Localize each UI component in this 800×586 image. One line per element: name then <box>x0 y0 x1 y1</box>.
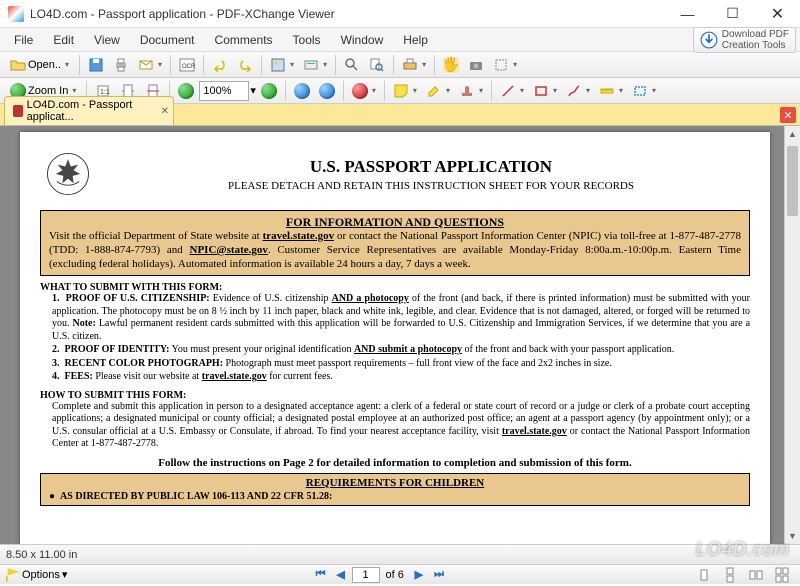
rotate-ccw-icon <box>294 83 310 99</box>
page-number-input[interactable] <box>352 567 380 583</box>
promo-line1: Download PDF <box>722 29 789 40</box>
ocr-button[interactable]: OCR <box>175 54 199 76</box>
rotate-ccw-button[interactable] <box>290 80 314 102</box>
svg-text:OCR: OCR <box>182 64 195 70</box>
pdf-icon <box>13 105 23 117</box>
rotate-cw-button[interactable] <box>315 80 339 102</box>
menu-tools[interactable]: Tools <box>283 33 331 47</box>
zoom-in-label: Zoom In <box>28 85 68 97</box>
document-tab[interactable]: LO4D.com - Passport applicat... ✕ <box>4 96 174 125</box>
note-tool-button[interactable]: ▾ <box>389 80 421 102</box>
scrollbar-thumb[interactable] <box>787 146 798 216</box>
select-button[interactable]: ▾ <box>489 54 521 76</box>
last-page-button[interactable]: ⏭ <box>430 567 448 583</box>
svg-text:1:1: 1:1 <box>100 89 110 96</box>
vertical-scrollbar[interactable]: ▲ ▼ <box>784 126 800 544</box>
ask-icon <box>352 83 368 99</box>
layout-facing-button[interactable] <box>744 564 768 586</box>
find-button[interactable] <box>340 54 364 76</box>
doc-subtitle: PLEASE DETACH AND RETAIN THIS INSTRUCTIO… <box>112 180 750 192</box>
zoom-in-small-button[interactable] <box>257 80 281 102</box>
tab-label: LO4D.com - Passport applicat... <box>27 99 151 123</box>
zoom-value-input[interactable] <box>199 81 249 101</box>
download-icon <box>700 31 718 49</box>
minimize-button[interactable]: — <box>665 0 710 28</box>
zoom-dropdown[interactable]: ▾ <box>250 84 256 97</box>
options-flag-icon <box>6 568 20 582</box>
hand-tool-button[interactable]: 🖐 <box>439 54 463 76</box>
next-page-button[interactable]: ▶ <box>410 567 428 583</box>
statusbar: 8.50 x 11.00 in <box>0 544 800 564</box>
options-button[interactable]: Options <box>22 569 60 581</box>
maximize-button[interactable]: ☐ <box>710 0 755 28</box>
close-all-button[interactable]: ✕ <box>780 107 796 123</box>
viewport: U.S. PASSPORT APPLICATION PLEASE DETACH … <box>0 126 800 544</box>
save-button[interactable] <box>84 54 108 76</box>
typewriter-button[interactable]: ▾ <box>398 54 430 76</box>
toolbar-main: Open.. ▾ ▾ OCR ▾ ▾ ▾ 🖐 ▾ <box>0 52 800 78</box>
layout-single-button[interactable] <box>692 564 716 586</box>
doc-title: U.S. PASSPORT APPLICATION <box>112 157 750 177</box>
pencil-tool-button[interactable]: ▾ <box>562 80 594 102</box>
menu-window[interactable]: Window <box>331 33 394 47</box>
menubar: File Edit View Document Comments Tools W… <box>0 28 800 52</box>
options-dropdown[interactable]: ▾ <box>62 568 68 581</box>
print-button[interactable] <box>109 54 133 76</box>
rect-tool-button[interactable]: ▾ <box>529 80 561 102</box>
close-button[interactable]: ✕ <box>755 0 800 28</box>
line-tool-button[interactable]: ▾ <box>496 80 528 102</box>
open-label: Open.. <box>28 59 61 71</box>
app-icon <box>8 6 24 22</box>
menu-file[interactable]: File <box>4 33 43 47</box>
redo-button[interactable] <box>233 54 257 76</box>
search-button[interactable] <box>365 54 389 76</box>
tabbar: LO4D.com - Passport applicat... ✕ ✕ <box>0 104 800 126</box>
what-header: WHAT TO SUBMIT WITH THIS FORM: <box>40 282 750 293</box>
link-tool-button[interactable]: ▾ <box>628 80 660 102</box>
layout-continuous-button[interactable] <box>718 564 742 586</box>
window-title: LO4D.com - Passport application - PDF-XC… <box>30 7 665 21</box>
navbar: Options ▾ ⏮ ◀ of 6 ▶ ⏭ <box>0 564 800 584</box>
follow-instructions: Follow the instructions on Page 2 for de… <box>40 457 750 469</box>
req-header: REQUIREMENTS FOR CHILDREN <box>49 477 741 489</box>
zoom-out-button[interactable] <box>174 80 198 102</box>
menu-edit[interactable]: Edit <box>43 33 84 47</box>
export-image-button[interactable]: ▾ <box>266 54 298 76</box>
undo-button[interactable] <box>208 54 232 76</box>
scan-button[interactable]: ▾ <box>299 54 331 76</box>
layout-facing-continuous-button[interactable] <box>770 564 794 586</box>
rotate-cw-icon <box>319 83 335 99</box>
titlebar: LO4D.com - Passport application - PDF-XC… <box>0 0 800 28</box>
page-count-label: of 6 <box>382 569 408 581</box>
menu-view[interactable]: View <box>84 33 130 47</box>
stamp-tool-button[interactable]: ▾ <box>455 80 487 102</box>
menu-help[interactable]: Help <box>393 33 438 47</box>
promo-button[interactable]: Download PDF Creation Tools <box>693 27 796 53</box>
info-header: FOR INFORMATION AND QUESTIONS <box>49 215 741 230</box>
scroll-up-icon[interactable]: ▲ <box>785 126 800 142</box>
measure-tool-button[interactable]: ▾ <box>595 80 627 102</box>
first-page-button[interactable]: ⏮ <box>312 567 330 583</box>
menu-comments[interactable]: Comments <box>205 33 283 47</box>
minus-icon <box>178 83 194 99</box>
watermark: LO4D.com <box>696 539 790 560</box>
tab-close-button[interactable]: ✕ <box>161 106 169 117</box>
us-seal-icon <box>40 146 96 202</box>
highlight-tool-button[interactable]: ▾ <box>422 80 454 102</box>
pdf-page: U.S. PASSPORT APPLICATION PLEASE DETACH … <box>20 132 770 544</box>
how-header: HOW TO SUBMIT THIS FORM: <box>40 390 750 401</box>
page-size-label: 8.50 x 11.00 in <box>6 549 77 561</box>
snapshot-button[interactable] <box>464 54 488 76</box>
prev-page-button[interactable]: ◀ <box>332 567 350 583</box>
plus-icon <box>261 83 277 99</box>
email-button[interactable]: ▾ <box>134 54 166 76</box>
req-box: REQUIREMENTS FOR CHILDREN ● AS DIRECTED … <box>40 473 750 506</box>
info-box: FOR INFORMATION AND QUESTIONS Visit the … <box>40 210 750 276</box>
open-button[interactable]: Open.. ▾ <box>4 54 75 76</box>
promo-line2: Creation Tools <box>722 40 789 51</box>
ask-button[interactable]: ▾ <box>348 80 380 102</box>
menu-document[interactable]: Document <box>130 33 205 47</box>
